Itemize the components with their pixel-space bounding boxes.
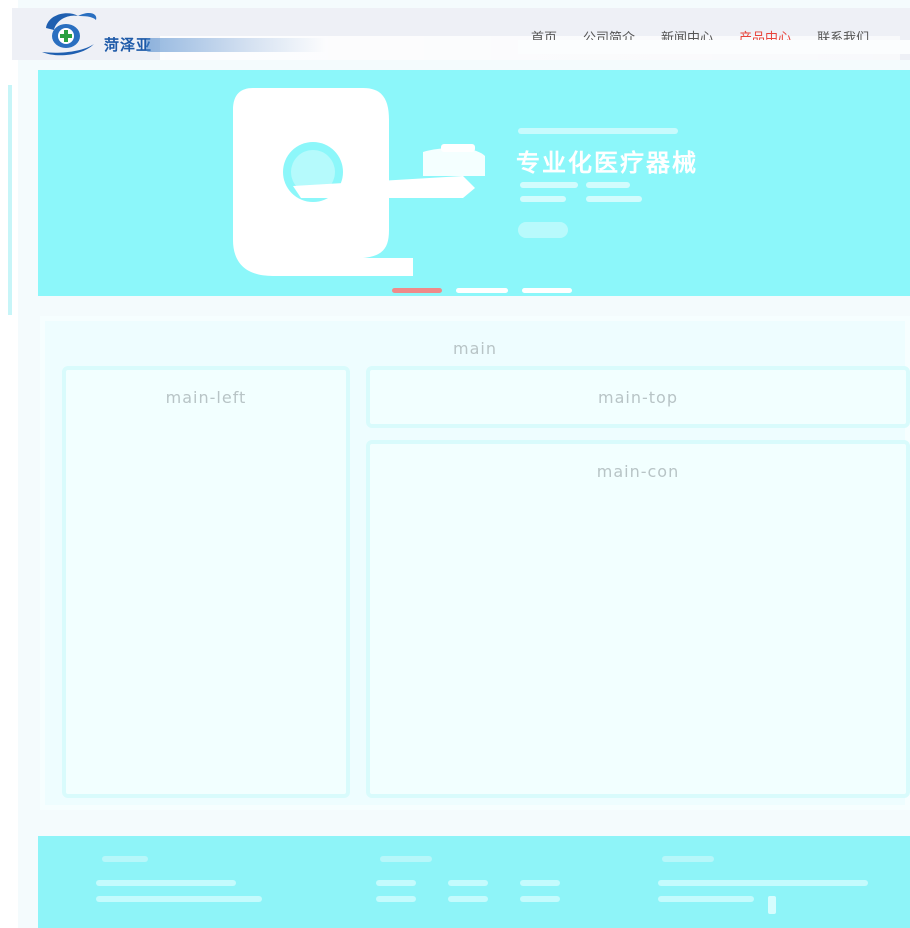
main-con-label: main-con: [596, 462, 680, 481]
footer-link[interactable]: [376, 896, 416, 902]
main-label: main: [453, 339, 497, 358]
main-top-label: main-top: [598, 388, 678, 407]
footer-link[interactable]: [448, 896, 488, 902]
site-footer: [38, 836, 910, 928]
slider-dot-1[interactable]: [392, 288, 442, 293]
footer-text-line: [96, 896, 262, 902]
main-left-panel: main-left: [62, 366, 350, 798]
banner-spec-line: [586, 196, 642, 202]
banner-spec-line: [520, 196, 566, 202]
banner-kicker: [518, 128, 678, 134]
footer-heading: [102, 856, 148, 862]
ct-scanner-image: [233, 88, 485, 276]
main-left-label: main-left: [165, 388, 247, 407]
banner-title: 专业化医疗器械: [516, 149, 698, 177]
footer-heading: [662, 856, 714, 862]
footer-link[interactable]: [520, 896, 560, 902]
banner-spec-line: [586, 182, 630, 188]
footer-link[interactable]: [520, 880, 560, 886]
footer-text-line: [658, 896, 754, 902]
slider-dot-2[interactable]: [456, 288, 508, 293]
main-con-panel: main-con: [366, 440, 910, 798]
company-name-blurred: [146, 38, 326, 52]
page-edge-line: [8, 85, 12, 315]
banner-more-button[interactable]: [518, 222, 568, 238]
footer-link[interactable]: [376, 880, 416, 886]
footer-text-line: [96, 880, 236, 886]
footer-spacer: [20, 818, 910, 836]
main-top-panel: main-top: [366, 366, 910, 428]
slider-dot-3[interactable]: [522, 288, 572, 293]
banner-spec-line: [520, 182, 578, 188]
company-name[interactable]: 菏泽亚: [104, 34, 152, 55]
footer-link[interactable]: [448, 880, 488, 886]
footer-heading: [380, 856, 432, 862]
footer-text-line: [658, 880, 868, 886]
nav-overlay: [518, 40, 910, 54]
hero-banner[interactable]: 专业化医疗器械: [38, 70, 910, 296]
company-logo-icon[interactable]: [38, 8, 100, 58]
footer-icon-button[interactable]: [768, 896, 776, 914]
